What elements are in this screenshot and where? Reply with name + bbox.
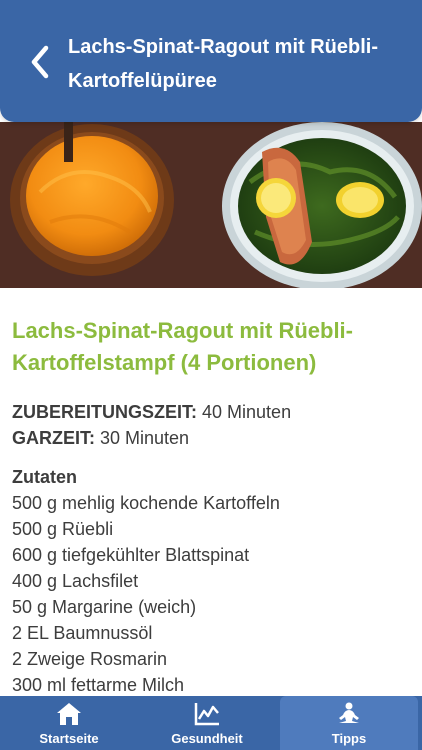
home-icon bbox=[57, 703, 81, 725]
app-header: Lachs-Spinat-Ragout mit Rüebli-Kartoffel… bbox=[0, 0, 422, 122]
tab-label: Startseite bbox=[39, 731, 99, 746]
recipe-hero-image bbox=[0, 122, 422, 288]
prep-time-label: ZUBEREITUNGSZEIT: bbox=[12, 402, 198, 422]
chart-icon bbox=[194, 703, 219, 726]
recipe-title: Lachs-Spinat-Ragout mit Rüebli-Kartoffel… bbox=[12, 318, 353, 375]
tab-startseite[interactable]: Startseite bbox=[0, 696, 138, 750]
ingredient-item: 600 g tiefgekühlter Blattspinat bbox=[12, 545, 250, 565]
recipe-content: Lachs-Spinat-Ragout mit Rüebli-Kartoffel… bbox=[12, 288, 412, 698]
bottom-tab-bar: Startseite Gesundheit Tipps bbox=[0, 696, 422, 750]
ingredients-heading: Zutaten bbox=[12, 467, 77, 487]
ingredients-list: 500 g mehlig kochende Kartoffeln 500 g R… bbox=[12, 490, 412, 698]
chevron-left-icon bbox=[31, 45, 49, 79]
cook-time-label: GARZEIT: bbox=[12, 428, 95, 448]
ingredient-item: 500 g Rüebli bbox=[12, 519, 114, 539]
ingredient-item: 50 g Margarine (weich) bbox=[12, 597, 197, 617]
tab-label: Tipps bbox=[331, 731, 367, 746]
tab-label: Gesundheit bbox=[171, 731, 243, 746]
salmon-spinach-dish-photo bbox=[0, 122, 422, 288]
meditation-icon bbox=[339, 702, 359, 723]
tab-gesundheit[interactable]: Gesundheit bbox=[138, 696, 276, 750]
back-button[interactable] bbox=[22, 40, 58, 84]
page-title: Lachs-Spinat-Ragout mit Rüebli-Kartoffel… bbox=[68, 36, 378, 92]
cook-time-value: 30 Minuten bbox=[95, 428, 190, 448]
ingredient-item: 500 g mehlig kochende Kartoffeln bbox=[12, 493, 280, 513]
prep-time: ZUBEREITUNGSZEIT: 40 Minuten bbox=[12, 399, 412, 425]
tab-tipps[interactable]: Tipps bbox=[280, 696, 418, 750]
cook-time: GARZEIT: 30 Minuten bbox=[12, 425, 412, 451]
ingredient-item: 2 EL Baumnussöl bbox=[12, 623, 153, 643]
ingredient-item: 300 ml fettarme Milch bbox=[12, 675, 185, 695]
ingredient-item: 2 Zweige Rosmarin bbox=[12, 649, 168, 669]
ingredient-item: 400 g Lachsfilet bbox=[12, 571, 139, 591]
prep-time-value: 40 Minuten bbox=[197, 402, 292, 422]
recipe-times: ZUBEREITUNGSZEIT: 40 Minuten GARZEIT: 30… bbox=[12, 399, 412, 451]
